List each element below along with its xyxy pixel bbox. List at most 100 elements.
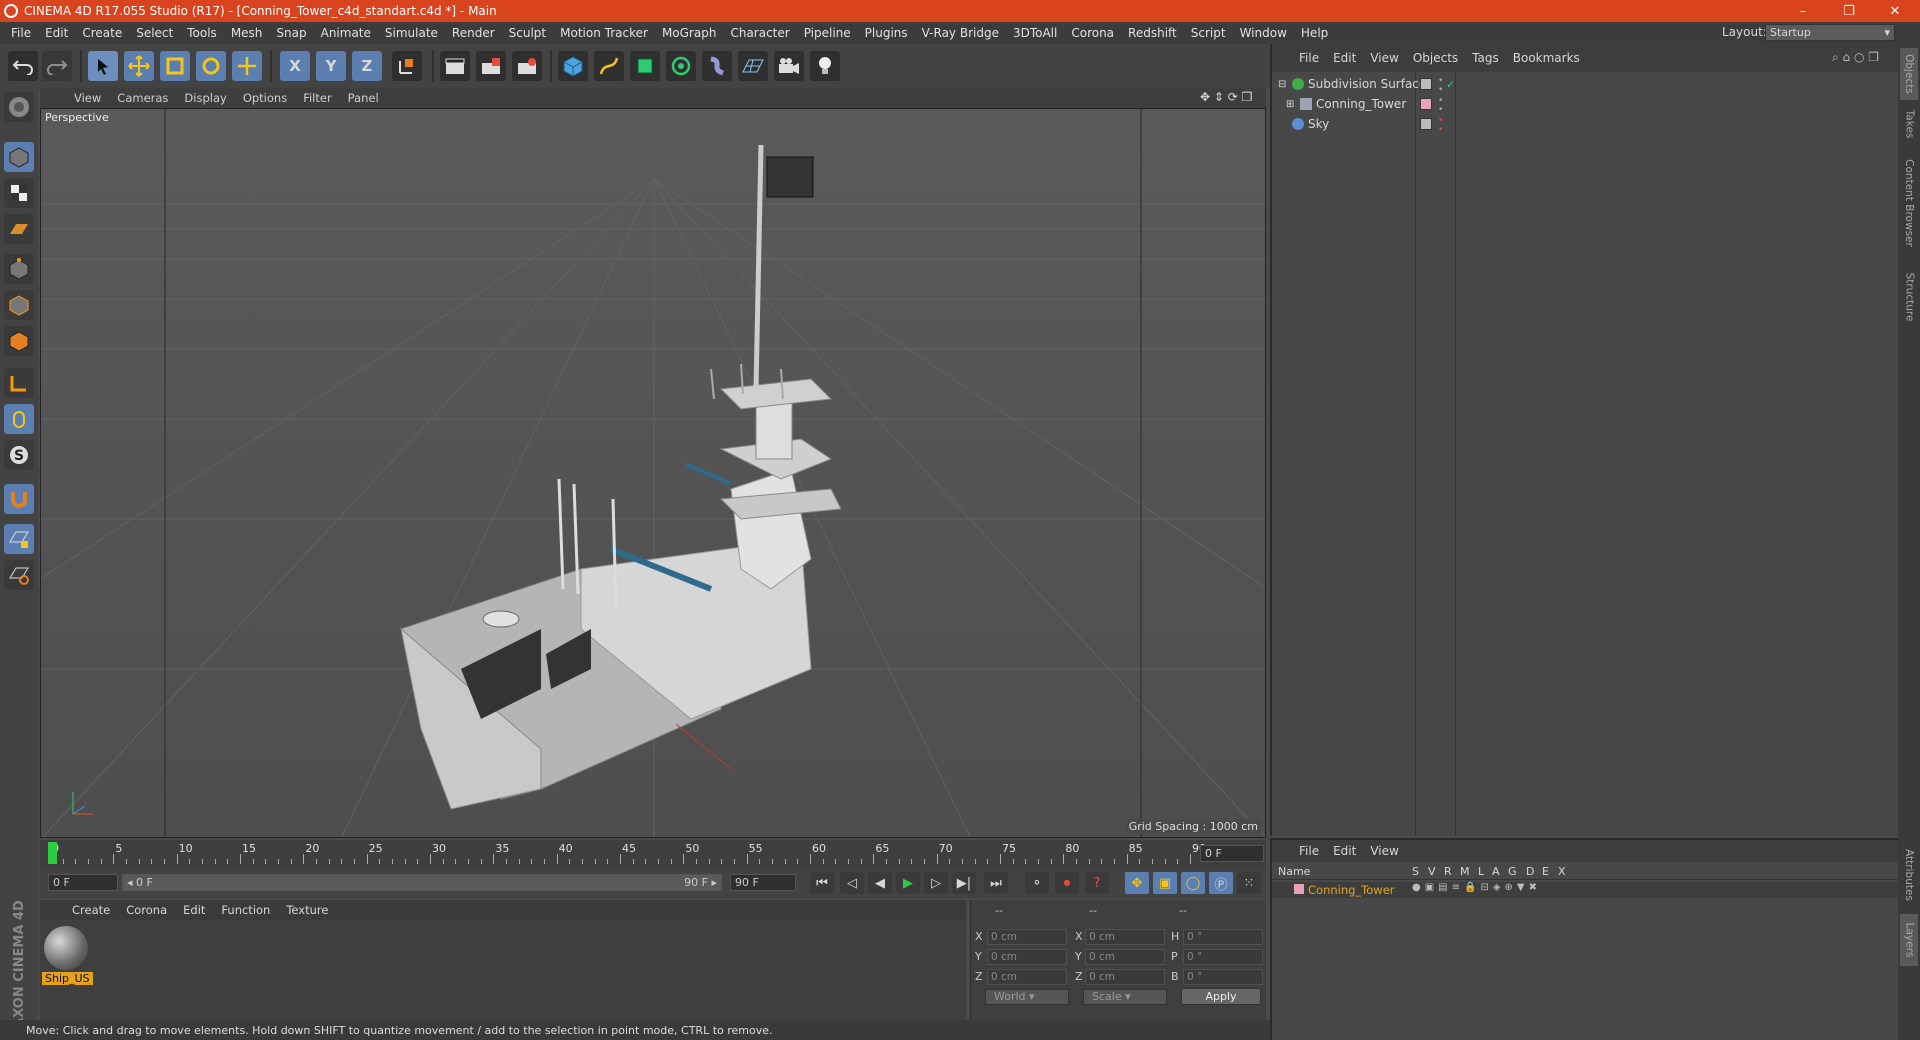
- enabled-check-icon[interactable]: ✓: [1446, 78, 1455, 91]
- viewport-camera-label[interactable]: Perspective: [45, 111, 109, 124]
- rot-p-field[interactable]: 0 °: [1183, 949, 1263, 965]
- menu-corona[interactable]: Corona: [1064, 26, 1121, 40]
- record-active-objects-button[interactable]: ⚬: [1025, 872, 1049, 894]
- tweak-mode-button[interactable]: [4, 404, 34, 434]
- workplane-button[interactable]: [4, 214, 34, 244]
- autokeying-button[interactable]: ⏺: [1055, 872, 1079, 894]
- current-frame-field[interactable]: 0 F: [1200, 845, 1264, 862]
- keyframe-selection-button[interactable]: ?: [1085, 872, 1109, 894]
- collapse-icon[interactable]: ⊟: [1278, 79, 1286, 90]
- mograph-cloner-button[interactable]: [666, 51, 696, 81]
- layer-tag-icon[interactable]: [1420, 118, 1432, 130]
- menu-tools[interactable]: Tools: [180, 26, 224, 40]
- render-picture-viewer-button[interactable]: [476, 51, 506, 81]
- menu-window[interactable]: Window: [1233, 26, 1294, 40]
- size-z-field[interactable]: 0 cm: [1085, 969, 1165, 985]
- record-position-button[interactable]: ✥: [1125, 872, 1149, 894]
- menu-file[interactable]: File: [4, 26, 38, 40]
- viewport-menu-view[interactable]: View: [66, 91, 109, 105]
- menu-script[interactable]: Script: [1184, 26, 1233, 40]
- x-axis-lock-button[interactable]: X: [280, 51, 310, 81]
- previous-key-button[interactable]: ◁: [840, 872, 864, 894]
- material-preview-ship-us[interactable]: [44, 926, 88, 970]
- material-menu-create[interactable]: Create: [64, 903, 118, 917]
- size-y-field[interactable]: 0 cm: [1085, 949, 1165, 965]
- start-frame-field[interactable]: 0 F: [48, 874, 118, 891]
- tab-attributes[interactable]: Attributes: [1900, 840, 1918, 910]
- layer-row-conning-tower[interactable]: Conning_Tower ●▣▤≡🔒⊟◈⊕▼✖: [1272, 882, 1898, 898]
- spline-pen-button[interactable]: [594, 51, 624, 81]
- end-frame-field[interactable]: 90 F: [730, 874, 796, 891]
- enable-axis-button[interactable]: [4, 368, 34, 398]
- magnet-button[interactable]: [4, 484, 34, 514]
- rot-h-field[interactable]: 0 °: [1183, 929, 1263, 945]
- layout-dropdown[interactable]: Startup ▾: [1765, 24, 1895, 41]
- menu-edit[interactable]: Edit: [38, 26, 75, 40]
- camera-button[interactable]: [774, 51, 804, 81]
- viewport-menu-panel[interactable]: Panel: [340, 91, 387, 105]
- layer-menu-file[interactable]: File: [1292, 844, 1326, 858]
- snap-button[interactable]: S: [4, 440, 34, 470]
- material-menu-edit[interactable]: Edit: [175, 903, 213, 917]
- live-selection-button[interactable]: [88, 51, 118, 81]
- pos-x-field[interactable]: 0 cm: [987, 929, 1067, 945]
- redo-button[interactable]: [42, 51, 72, 81]
- visibility-dots-icon[interactable]: • •: [1438, 97, 1443, 115]
- menu-mesh[interactable]: Mesh: [224, 26, 270, 40]
- move-tool-button[interactable]: [124, 51, 154, 81]
- go-to-end-button[interactable]: ⏭: [984, 872, 1008, 894]
- next-frame-button[interactable]: ▷: [924, 872, 948, 894]
- undo-button[interactable]: [8, 51, 38, 81]
- make-editable-button[interactable]: [4, 92, 34, 122]
- points-mode-button[interactable]: [4, 254, 34, 284]
- play-button[interactable]: ▶: [896, 872, 920, 894]
- y-axis-lock-button[interactable]: Y: [316, 51, 346, 81]
- layer-menu-view[interactable]: View: [1363, 844, 1405, 858]
- 3d-viewport[interactable]: Perspective Grid Spacing : 1000 cm: [40, 108, 1266, 838]
- record-point-level-button[interactable]: ⁙: [1237, 872, 1261, 894]
- visibility-dots-icon[interactable]: • •: [1438, 117, 1443, 135]
- tab-objects[interactable]: Objects: [1900, 48, 1918, 100]
- light-button[interactable]: [810, 51, 840, 81]
- material-menu-texture[interactable]: Texture: [278, 903, 336, 917]
- layer-menu-edit[interactable]: Edit: [1326, 844, 1363, 858]
- recent-tool-button[interactable]: [232, 51, 262, 81]
- rot-b-field[interactable]: 0 °: [1183, 969, 1263, 985]
- object-menu-tags[interactable]: Tags: [1465, 51, 1506, 65]
- material-menu-corona[interactable]: Corona: [118, 903, 175, 917]
- object-menu-edit[interactable]: Edit: [1326, 51, 1363, 65]
- menu-help[interactable]: Help: [1294, 26, 1335, 40]
- object-row-subdivision-surface[interactable]: ⊟ Subdivision Surface • • ✓: [1272, 74, 1898, 95]
- menu-motion-tracker[interactable]: Motion Tracker: [553, 26, 655, 40]
- menu-mograph[interactable]: MoGraph: [655, 26, 724, 40]
- tab-takes[interactable]: Takes: [1900, 104, 1918, 144]
- coordinate-space-dropdown[interactable]: World ▾: [985, 989, 1069, 1005]
- scale-tool-button[interactable]: [160, 51, 190, 81]
- timeline-ruler[interactable]: 051015202530354045505560657075808590 0 F: [40, 840, 1266, 868]
- menu-sculpt[interactable]: Sculpt: [502, 26, 553, 40]
- next-key-button[interactable]: ▶|: [952, 872, 976, 894]
- close-button[interactable]: ✕: [1872, 0, 1918, 22]
- minimize-button[interactable]: –: [1780, 0, 1826, 22]
- viewport-menu-filter[interactable]: Filter: [295, 91, 339, 105]
- object-menu-view[interactable]: View: [1363, 51, 1405, 65]
- object-manager-search-icon[interactable]: ⌕ ⌂ ○ ❐: [1832, 50, 1879, 65]
- pos-y-field[interactable]: 0 cm: [987, 949, 1067, 965]
- planar-workplane-button[interactable]: [4, 560, 34, 590]
- viewport-menu-cameras[interactable]: Cameras: [109, 91, 176, 105]
- go-to-start-button[interactable]: ⏮: [810, 872, 834, 894]
- object-menu-objects[interactable]: Objects: [1406, 51, 1465, 65]
- menu-vray-bridge[interactable]: V-Ray Bridge: [915, 26, 1006, 40]
- timeline-playhead[interactable]: [48, 842, 57, 864]
- viewport-menu-display[interactable]: Display: [176, 91, 234, 105]
- menu-snap[interactable]: Snap: [269, 26, 313, 40]
- tab-content-browser[interactable]: Content Browser: [1900, 148, 1918, 258]
- visibility-dots-icon[interactable]: • •: [1438, 77, 1443, 95]
- menu-plugins[interactable]: Plugins: [858, 26, 915, 40]
- viewport-navigation-icon[interactable]: ✥ ⇕ ⟳ ❐: [1200, 90, 1252, 104]
- render-view-button[interactable]: [440, 51, 470, 81]
- texture-mode-button[interactable]: [4, 178, 34, 208]
- size-mode-dropdown[interactable]: Scale ▾: [1083, 989, 1167, 1005]
- menu-3dtoall[interactable]: 3DToAll: [1006, 26, 1064, 40]
- menu-animate[interactable]: Animate: [314, 26, 378, 40]
